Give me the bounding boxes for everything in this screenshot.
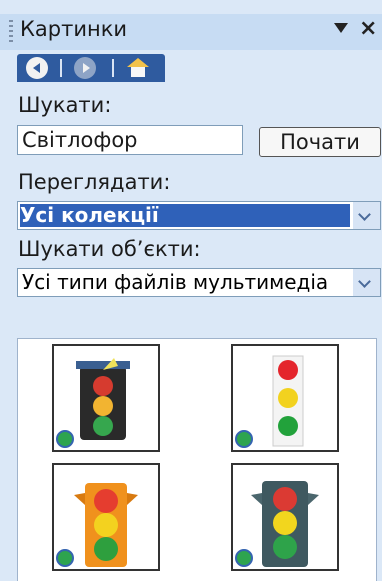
search-input[interactable]: Світлофор <box>17 125 243 155</box>
types-label: Шукати об’єкти: <box>18 237 201 261</box>
result-thumbnail-4[interactable] <box>231 463 339 571</box>
collections-value: Усі колекції <box>20 204 350 227</box>
clip-art-badge-icon <box>235 430 253 448</box>
collections-select[interactable]: Усі колекції <box>17 201 381 230</box>
result-thumbnail-1[interactable] <box>52 344 160 452</box>
pane-grip-icon[interactable] <box>9 20 13 44</box>
dropdown-arrow-icon[interactable] <box>334 23 348 33</box>
back-icon[interactable] <box>26 57 48 79</box>
browse-label: Переглядати: <box>18 170 171 194</box>
navigation-bar <box>17 54 165 82</box>
clip-art-badge-icon <box>235 549 253 567</box>
nav-separator <box>112 59 114 77</box>
nav-separator <box>60 59 62 77</box>
pane-title: Картинки <box>20 17 128 41</box>
go-button[interactable]: Почати <box>259 127 381 157</box>
media-types-select[interactable]: Усі типи файлів мультимедіа <box>17 268 381 297</box>
result-thumbnail-3[interactable] <box>52 463 160 571</box>
results-area <box>17 338 377 581</box>
close-icon[interactable]: × <box>359 16 377 41</box>
result-thumbnail-2[interactable] <box>231 344 339 452</box>
clip-art-badge-icon <box>56 430 74 448</box>
forward-icon[interactable] <box>74 57 96 79</box>
chevron-down-icon[interactable] <box>353 269 380 296</box>
clip-art-pane: Картинки × Шукати: Світлофор Почати Пере… <box>0 0 382 581</box>
chevron-down-icon[interactable] <box>353 202 380 229</box>
pane-titlebar: Картинки × <box>0 14 382 50</box>
search-label: Шукати: <box>18 93 112 117</box>
clip-art-badge-icon <box>56 549 74 567</box>
media-types-value: Усі типи файлів мультимедіа <box>22 270 329 294</box>
home-icon[interactable] <box>127 58 149 78</box>
